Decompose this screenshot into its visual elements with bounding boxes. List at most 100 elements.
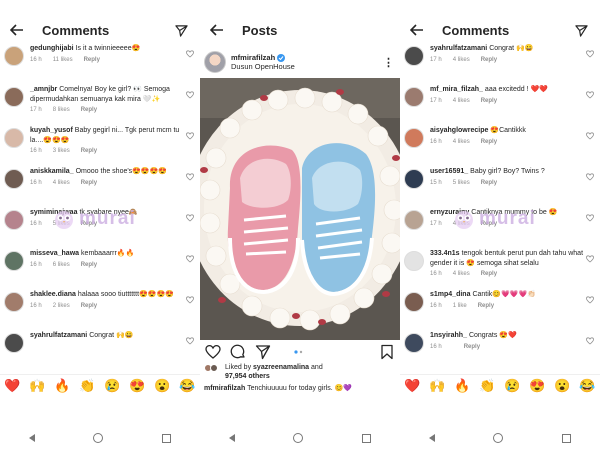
heart-outline-icon[interactable] (205, 344, 221, 360)
comment-likes[interactable]: 4 likes (453, 271, 470, 277)
paper-plane-icon[interactable] (570, 19, 592, 41)
back-arrow-icon[interactable] (406, 19, 428, 41)
comment-likes[interactable]: 8 likes (53, 107, 70, 113)
reply-button[interactable]: Reply (81, 180, 97, 186)
comment-likes[interactable]: 4 likes (453, 139, 470, 145)
avatar[interactable] (404, 128, 424, 148)
reply-button[interactable]: Reply (84, 57, 100, 63)
comment-username[interactable]: aisyahglowrecipe (430, 127, 488, 134)
heart-outline-icon[interactable] (586, 214, 594, 222)
emoji-reaction-button[interactable]: 😍 (129, 378, 145, 394)
avatar[interactable] (404, 292, 424, 312)
heart-outline-icon[interactable] (186, 337, 194, 345)
comment-username[interactable]: misseva_hawa (30, 250, 79, 257)
heart-outline-icon[interactable] (586, 296, 594, 304)
avatar[interactable] (4, 128, 24, 148)
heart-outline-icon[interactable] (186, 173, 194, 181)
comment-likes[interactable]: 4 likes (453, 57, 470, 63)
avatar[interactable] (404, 333, 424, 353)
heart-outline-icon[interactable] (586, 91, 594, 99)
bookmark-icon[interactable] (379, 344, 395, 360)
heart-outline-icon[interactable] (586, 132, 594, 140)
post-username[interactable]: mfmirafilzah (231, 53, 275, 62)
comment-username[interactable]: mf_mira_filzah_ (430, 86, 483, 93)
comment-likes[interactable]: 1 like (453, 303, 467, 309)
avatar[interactable] (4, 251, 24, 271)
avatar[interactable] (4, 169, 24, 189)
post-location[interactable]: Dusun OpenHouse (231, 62, 383, 71)
heart-outline-icon[interactable] (186, 296, 194, 304)
emoji-reaction-button[interactable]: ❤️ (404, 378, 420, 394)
comment-username[interactable]: shaklee.diana (30, 291, 76, 298)
post-image[interactable] (200, 78, 400, 340)
comment-username[interactable]: 333.4n1s (430, 250, 460, 257)
comment-likes[interactable]: 6 likes (53, 262, 70, 268)
comment-username[interactable]: s1mp4_dina (430, 291, 470, 298)
nav-recents-icon[interactable] (361, 433, 371, 443)
avatar[interactable] (404, 46, 424, 66)
comment-likes[interactable]: 5 likes (453, 180, 470, 186)
emoji-reaction-button[interactable]: 🙌 (429, 378, 445, 394)
avatar[interactable] (404, 169, 424, 189)
avatar[interactable] (404, 87, 424, 107)
comment-username[interactable]: _amnjbr (30, 86, 57, 93)
comment-likes[interactable]: 2 likes (53, 303, 70, 309)
more-vertical-icon[interactable]: ⋮ (383, 56, 394, 69)
heart-outline-icon[interactable] (586, 255, 594, 263)
reply-button[interactable]: Reply (81, 148, 97, 154)
comment-username[interactable]: 1nsyirahh_ (430, 332, 467, 339)
emoji-reaction-button[interactable]: 🔥 (454, 378, 470, 394)
comment-likes[interactable]: 4 likes (453, 98, 470, 104)
comment-likes[interactable]: 3 likes (53, 148, 70, 154)
comment-username[interactable]: user16591_ (430, 168, 468, 175)
reply-button[interactable]: Reply (481, 271, 497, 277)
emoji-reaction-button[interactable]: 👏 (79, 378, 95, 394)
heart-outline-icon[interactable] (586, 50, 594, 58)
avatar[interactable] (4, 87, 24, 107)
heart-outline-icon[interactable] (586, 337, 594, 345)
reply-button[interactable]: Reply (481, 139, 497, 145)
heart-outline-icon[interactable] (186, 50, 194, 58)
nav-home-icon[interactable] (493, 433, 504, 443)
heart-outline-icon[interactable] (586, 173, 594, 181)
emoji-reaction-button[interactable]: 😂 (179, 378, 195, 394)
heart-outline-icon[interactable] (186, 91, 194, 99)
emoji-reaction-button[interactable]: 😢 (504, 378, 520, 394)
avatar[interactable] (4, 46, 24, 66)
avatar[interactable] (404, 210, 424, 230)
reply-button[interactable]: Reply (464, 344, 480, 350)
liked-by-others[interactable]: 97,954 others (225, 373, 270, 380)
reply-button[interactable]: Reply (481, 57, 497, 63)
comment-username[interactable]: syahrulfatzamani (430, 45, 487, 52)
reply-button[interactable]: Reply (81, 262, 97, 268)
liked-by-row[interactable]: Liked by syazreenamalina and 97,954 othe… (204, 364, 396, 381)
nav-home-icon[interactable] (293, 433, 304, 443)
paper-plane-icon[interactable] (170, 19, 192, 41)
reply-button[interactable]: Reply (481, 180, 497, 186)
send-icon[interactable] (255, 344, 271, 360)
emoji-reaction-button[interactable]: ❤️ (4, 378, 20, 394)
comment-username[interactable]: syahrulfatzamani (30, 332, 87, 339)
comment-username[interactable]: aniskkamila_ (30, 168, 74, 175)
back-arrow-icon[interactable] (6, 19, 28, 41)
reply-button[interactable]: Reply (81, 303, 97, 309)
emoji-reaction-button[interactable]: 🙌 (29, 378, 45, 394)
avatar[interactable] (4, 333, 24, 353)
comment-username[interactable]: gedunghijabi (30, 45, 74, 52)
reply-button[interactable]: Reply (481, 98, 497, 104)
nav-back-icon[interactable] (229, 434, 236, 442)
nav-home-icon[interactable] (93, 433, 104, 443)
emoji-reaction-button[interactable]: 😢 (104, 378, 120, 394)
heart-outline-icon[interactable] (186, 214, 194, 222)
comment-likes[interactable]: 11 likes (53, 57, 73, 63)
reply-button[interactable]: Reply (478, 303, 494, 309)
avatar[interactable] (204, 51, 226, 73)
avatar[interactable] (404, 251, 424, 271)
back-arrow-icon[interactable] (206, 19, 228, 41)
emoji-reaction-button[interactable]: 😮 (554, 378, 570, 394)
nav-recents-icon[interactable] (161, 433, 171, 443)
emoji-reaction-button[interactable]: 😮 (154, 378, 170, 394)
comment-icon[interactable] (230, 344, 246, 360)
nav-back-icon[interactable] (29, 434, 36, 442)
reply-button[interactable]: Reply (81, 107, 97, 113)
